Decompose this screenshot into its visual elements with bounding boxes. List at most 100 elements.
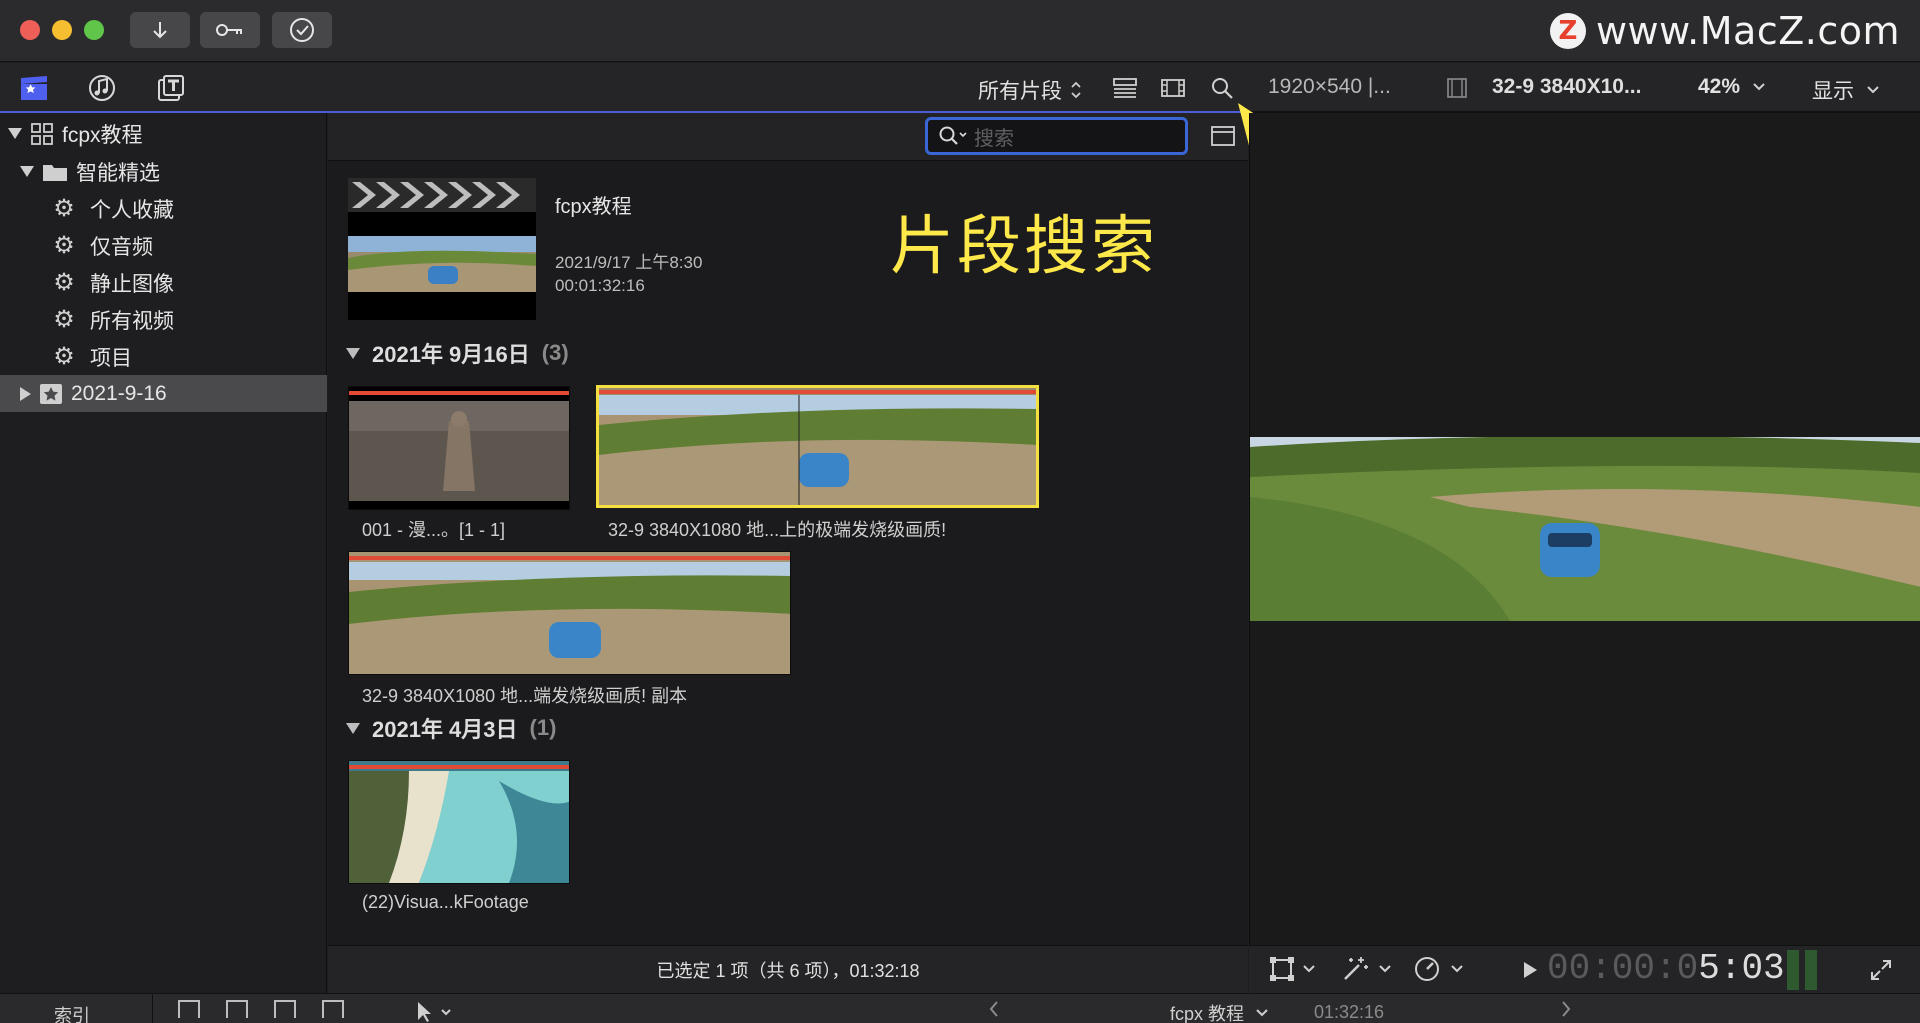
sidebar-item-audio-only[interactable]: ⚙ 仅音频 [0, 227, 327, 264]
filmstrip-view-button[interactable] [1160, 77, 1186, 104]
racing-car-image [349, 562, 790, 674]
section-title: 2021年 4月3日 [372, 717, 518, 742]
project-duration: 00:01:32:16 [555, 276, 645, 295]
chevron-down-icon [1303, 965, 1315, 973]
clip-analysis-bar [349, 391, 569, 395]
fullscreen-button[interactable] [1869, 958, 1893, 987]
titles-generators-button[interactable] [154, 71, 188, 105]
clip-thumbnail[interactable] [348, 386, 570, 510]
viewer-clip-name: 32-9 3840X10... [1492, 75, 1642, 98]
project-title: fcpx教程 [555, 196, 632, 218]
clip-filter-label: 所有片段 [978, 80, 1062, 103]
insert-edit-icon[interactable] [226, 1000, 248, 1018]
gear-icon: ⚙ [53, 269, 75, 296]
sidebar-item-label: 仅音频 [90, 235, 153, 259]
browser-toolbar: 所有片段 1920×540 |... 32-9 3840X10... 42% 显… [0, 63, 1920, 113]
sidebar-item-label: 所有视频 [90, 309, 174, 333]
append-edit-icon[interactable] [274, 1000, 296, 1018]
search-icon [939, 126, 967, 145]
selection-status: 已选定 1 项（共 6 项），01:32:18 [656, 960, 920, 981]
annotation-label: 片段搜索 [890, 210, 1158, 284]
enhancements-popup[interactable] [1341, 955, 1391, 983]
edit-buttons-group [178, 1000, 344, 1018]
retime-popup[interactable] [1413, 955, 1463, 983]
disclosure-triangle-icon [346, 347, 360, 359]
divider [152, 994, 153, 1023]
chevron-updown-icon [1071, 81, 1081, 99]
chevron-down-icon [1379, 965, 1391, 973]
library-sidebar: fcpx教程 智能精选 ⚙ 个人收藏 ⚙ 仅音频 ⚙ 静止图像 ⚙ 所有视频 ⚙… [0, 113, 327, 993]
import-button[interactable] [130, 12, 190, 48]
timeline-index-button[interactable]: 索引 [54, 1002, 90, 1023]
disclosure-triangle-icon [346, 722, 360, 734]
minimize-window-button[interactable] [52, 20, 72, 40]
connect-edit-icon[interactable] [178, 1000, 200, 1018]
film-icon [1447, 78, 1467, 98]
chevron-down-icon [1753, 83, 1765, 91]
clip-analysis-bar [599, 390, 1036, 394]
section-title: 2021年 9月16日 [372, 342, 530, 367]
sidebar-item-event[interactable]: 2021-9-16 [0, 375, 327, 412]
project-duration-label: 01:32:16 [1314, 1002, 1385, 1022]
timecode-dim: 00:00:0 [1547, 948, 1699, 989]
close-window-button[interactable] [20, 20, 40, 40]
clip-appearance-button[interactable] [1112, 77, 1138, 104]
timeline-history-forward-button[interactable] [1560, 1000, 1572, 1023]
sidebar-item-stills[interactable]: ⚙ 静止图像 [0, 264, 327, 301]
sidebar-item-smart-collections[interactable]: 智能精选 [0, 153, 327, 190]
sidebar-item-label: 个人收藏 [90, 198, 174, 222]
overwrite-edit-icon[interactable] [322, 1000, 344, 1018]
checkmark-circle-icon [290, 18, 314, 42]
event-section-header[interactable]: 2021年 9月16日 (3) [346, 337, 569, 369]
viewer-pane [1249, 113, 1920, 993]
sidebar-item-label: 静止图像 [90, 272, 174, 296]
clip-caption: (22)Visua...kFootage [362, 892, 529, 912]
disclosure-triangle-icon [20, 386, 31, 401]
timeline-history-back-button[interactable] [988, 1000, 1000, 1023]
timecode-display[interactable]: 00:00:05:03 [1547, 948, 1785, 989]
photos-audio-button[interactable] [85, 71, 119, 105]
arrow-cursor-icon [418, 1002, 451, 1022]
chevron-down-icon [1867, 86, 1879, 94]
clip-thumbnail[interactable] [348, 551, 791, 675]
sidebar-item-library[interactable]: fcpx教程 [0, 115, 327, 152]
tool-select-popup[interactable] [414, 1000, 454, 1023]
watermark-logo-icon: Z [1549, 13, 1586, 49]
gear-icon: ⚙ [53, 306, 75, 333]
viewer-controls-bar: 00:00:05:03 [1249, 945, 1920, 993]
clip-caption: 32-9 3840X1080 地...端发烧级画质! 副本 [362, 686, 688, 706]
sidebar-item-label: 项目 [90, 346, 132, 370]
project-date: 2021/9/17 上午8:30 [555, 253, 703, 272]
timeline-toolbar: 索引 fcpx 教程 01:32:16 [0, 993, 1920, 1023]
libraries-button[interactable] [17, 71, 51, 105]
zoom-popup[interactable]: 42% [1698, 75, 1766, 99]
keywords-button[interactable] [200, 12, 260, 48]
list-view-icon [1113, 78, 1137, 98]
search-placeholder: 搜索 [974, 127, 1014, 150]
search-field[interactable]: 搜索 [925, 117, 1188, 155]
transform-popup[interactable] [1269, 956, 1315, 982]
project-popup[interactable]: fcpx 教程 [1170, 1000, 1268, 1023]
clapperboard-icon [21, 76, 47, 100]
clip-thumbnail[interactable] [348, 760, 570, 884]
play-button[interactable] [1521, 960, 1539, 985]
key-icon [216, 24, 242, 36]
magic-wand-icon [1344, 957, 1368, 980]
project-label: fcpx 教程 [1170, 1004, 1245, 1023]
event-section-header[interactable]: 2021年 4月3日 (1) [346, 712, 556, 744]
play-icon [1524, 962, 1537, 978]
timecode-bright: 5:03 [1698, 948, 1785, 989]
sidebar-item-projects[interactable]: ⚙ 项目 [0, 338, 327, 375]
sidebar-item-favorites[interactable]: ⚙ 个人收藏 [0, 190, 327, 227]
background-tasks-button[interactable] [272, 12, 332, 48]
sidebar-item-all-video[interactable]: ⚙ 所有视频 [0, 301, 327, 338]
sidebar-item-label: fcpx教程 [62, 123, 143, 147]
clip-filter-popup[interactable]: 所有片段 [978, 75, 1082, 105]
folder-icon [43, 164, 67, 181]
view-options-label: 显示 [1812, 80, 1854, 103]
chevron-down-icon [1256, 1009, 1268, 1017]
clip-thumbnail-selected[interactable] [596, 385, 1039, 508]
zoom-window-button[interactable] [84, 20, 104, 40]
view-options-popup[interactable]: 显示 [1812, 75, 1880, 105]
project-thumbnail[interactable] [348, 178, 536, 320]
